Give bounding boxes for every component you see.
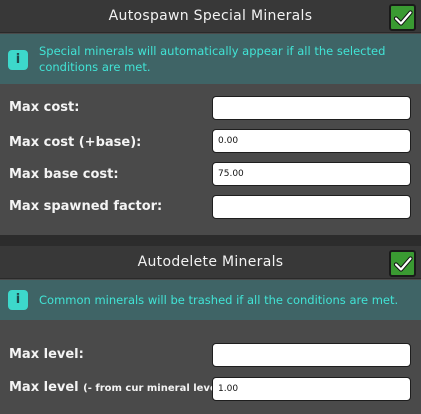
max-base-cost-label: Max base cost: (9, 167, 119, 182)
autodelete-header: Autodelete Minerals (0, 246, 421, 279)
max-cost-base-label: Max cost (+base): (9, 135, 142, 150)
autodelete-info-box: i Common minerals will be trashed if all… (0, 280, 421, 320)
autodelete-title: Autodelete Minerals (137, 254, 284, 270)
autodelete-panel: Autodelete Minerals i Common minerals wi… (0, 246, 421, 414)
max-spawned-factor-input[interactable] (212, 195, 411, 219)
max-level-relative-label-suffix: (- from cur mineral level): (83, 383, 229, 394)
autospawn-info-box: i Special minerals will automatically ap… (0, 34, 421, 84)
max-level-relative-label-main: Max level (9, 380, 79, 395)
info-icon: i (8, 290, 28, 310)
autospawn-enabled-checkbox[interactable] (389, 4, 416, 31)
autospawn-panel: Autospawn Special Minerals i Special min… (0, 0, 421, 235)
max-base-cost-input[interactable]: 75.00 (212, 162, 411, 186)
autospawn-title: Autospawn Special Minerals (108, 8, 313, 24)
autodelete-enabled-checkbox[interactable] (389, 250, 416, 277)
max-cost-input[interactable] (212, 96, 411, 120)
max-spawned-factor-label: Max spawned factor: (9, 199, 163, 214)
info-icon: i (8, 50, 28, 70)
max-cost-base-input[interactable]: 0.00 (212, 129, 411, 153)
checkmark-icon (393, 256, 413, 272)
autospawn-header: Autospawn Special Minerals (0, 0, 421, 33)
max-level-relative-label: Max level (- from cur mineral level): (9, 380, 229, 395)
max-level-input[interactable] (212, 343, 411, 367)
checkmark-icon (393, 10, 413, 26)
max-cost-label: Max cost: (9, 100, 80, 115)
autodelete-info-text: Common minerals will be trashed if all t… (39, 293, 399, 307)
autospawn-info-text: Special minerals will automatically appe… (39, 44, 386, 74)
max-level-label: Max level: (9, 347, 84, 362)
max-level-relative-input[interactable]: 1.00 (212, 377, 411, 401)
